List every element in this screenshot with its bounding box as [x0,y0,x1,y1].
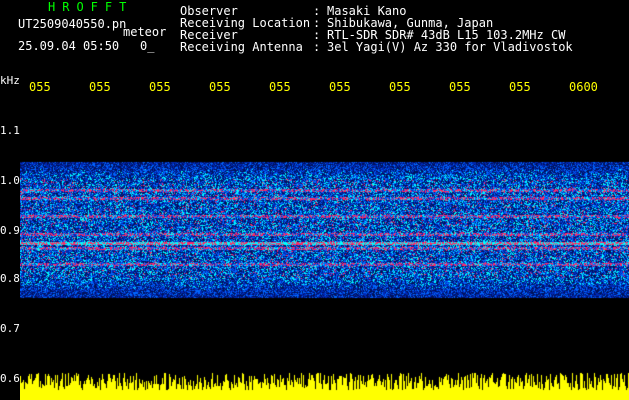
y-axis-label-0-9: 0.9 [0,224,20,237]
time-tick-0: 055 [29,80,51,94]
time-tick-3: 055 [209,80,231,94]
antenna-label: Receiving Antenna [180,40,303,54]
file-name: UT2509040550.pn [18,17,127,31]
time-tick-2: 055 [149,80,171,94]
y-axis-label-1-1: 1.1 [0,124,20,137]
time-tick-5: 055 [329,80,351,94]
time-tick-7: 055 [449,80,471,94]
time-tick-9: 0600 [569,80,598,94]
y-axis-label-1-0: 1.0 [0,174,20,187]
time-tick-1: 055 [89,80,111,94]
capture-datetime: 25.09.04 05:50 [18,39,120,53]
y-axis-label-0-8: 0.8 [0,272,20,285]
header-title: HROFFT [48,0,134,14]
antenna-value: 3el Yagi(V) Az 330 for Vladivostok [327,40,573,54]
time-tick-6: 055 [389,80,411,94]
file-suffix: meteor [123,25,167,39]
antenna-colon: : [313,40,321,54]
y-axis-label-0-6: 0.6 [0,372,20,385]
time-tick-8: 055 [509,80,531,94]
y-axis-label-0-7: 0.7 [0,322,20,335]
time-axis: 055 055 055 055 055 055 055 055 055 0600 [0,78,629,94]
zero-marker: 0_ [140,39,155,53]
time-tick-4: 055 [269,80,291,94]
waterfall-spectrogram [20,98,629,400]
